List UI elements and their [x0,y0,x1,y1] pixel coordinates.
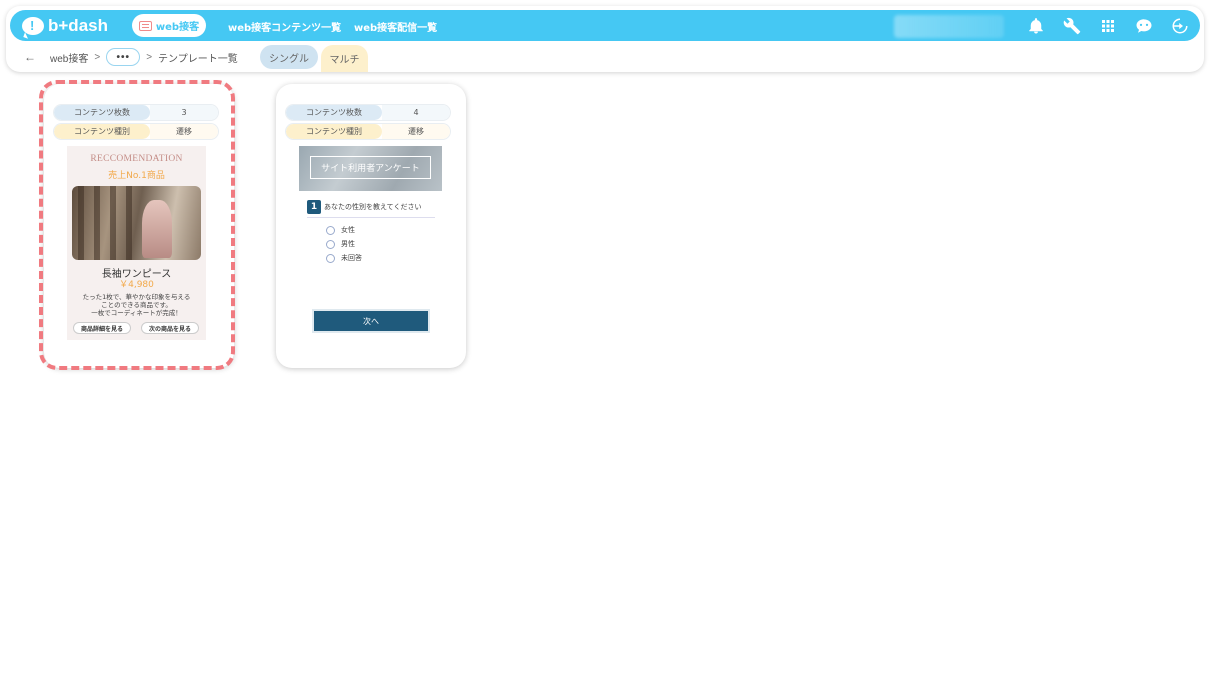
brand-name: b+dash [48,16,108,35]
top-navbar: ! b+dash web接客 web接客コンテンツ一覧 web接客配信一覧 [10,10,1200,41]
content-type-row: コンテンツ種別 遷移 [286,124,450,139]
bell-icon[interactable] [1018,16,1054,36]
preview-subheading: 売上No.1商品 [108,171,165,181]
product-price: ￥4,980 [119,280,154,290]
grid-icon[interactable] [1090,16,1126,36]
content-type-row: コンテンツ種別 遷移 [54,124,218,139]
option-male: 男性 [326,239,355,249]
tab-multi[interactable]: マルチ [321,45,368,72]
logout-icon[interactable] [1162,16,1198,36]
nav-web-engagement[interactable]: web接客 [132,14,206,37]
window-icon [138,20,152,31]
breadcrumb-separator: > [94,51,101,63]
logo-bubble-icon: ! [22,17,44,35]
option-female: 女性 [326,225,355,235]
back-arrow-icon[interactable]: ← [24,50,36,64]
survey-next-button: 次へ [314,311,428,331]
option-no-answer: 未回答 [326,253,362,263]
content-type-value: 遷移 [150,124,218,139]
breadcrumb-root[interactable]: web接客 [50,50,88,65]
breadcrumb-separator: > [146,51,153,63]
product-description: たった1枚で、華やかな印象を与える ことのできる商品です。 一枚でコーディネート… [82,293,191,317]
next-product-button: 次の商品を見る [141,322,199,334]
content-count-label: コンテンツ枚数 [54,105,150,120]
content-count-row: コンテンツ枚数 3 [54,105,218,120]
template-card-survey[interactable]: コンテンツ枚数 4 コンテンツ種別 遷移 サイト利用者アンケート 1 あなたの性… [276,84,466,368]
brand-logo[interactable]: ! b+dash [22,15,108,37]
content-count-value: 4 [382,105,450,120]
nav-content-list[interactable]: web接客コンテンツ一覧 [228,19,341,34]
account-info-blurred[interactable] [894,15,1004,38]
content-count-value: 3 [150,105,218,120]
breadcrumb-ellipsis-button[interactable]: ••• [106,48,141,66]
question-number: 1 [307,200,321,214]
template-card-recommendation[interactable]: コンテンツ枚数 3 コンテンツ種別 遷移 RECCOMENDATION 売上No… [44,84,234,368]
breadcrumb-current: テンプレート一覧 [158,53,238,65]
question-divider [307,217,435,218]
tab-single[interactable]: シングル [260,45,318,69]
content-type-label: コンテンツ種別 [54,124,150,139]
survey-header-image: サイト利用者アンケート [299,146,442,191]
radio-icon [326,253,335,263]
recommendation-preview: RECCOMENDATION 売上No.1商品 長袖ワンピース ￥4,980 た… [67,146,206,340]
wrench-icon[interactable] [1054,16,1090,36]
question-text: あなたの性別を教えてください [324,203,422,211]
product-photo [72,186,201,260]
survey-title: サイト利用者アンケート [310,156,431,179]
content-count-row: コンテンツ枚数 4 [286,105,450,120]
radio-icon [326,225,335,235]
content-count-label: コンテンツ枚数 [286,105,382,120]
nav-web-engagement-label: web接客 [155,22,200,33]
content-type-label: コンテンツ種別 [286,124,382,139]
radio-icon [326,239,335,249]
nav-delivery-list[interactable]: web接客配信一覧 [354,19,437,34]
content-type-value: 遷移 [382,124,450,139]
product-detail-button: 商品詳細を見る [73,322,131,334]
preview-heading: RECCOMENDATION [90,154,183,164]
chat-robot-icon[interactable] [1126,16,1162,36]
breadcrumb: ← web接客 > ••• > テンプレート一覧 [24,48,238,66]
